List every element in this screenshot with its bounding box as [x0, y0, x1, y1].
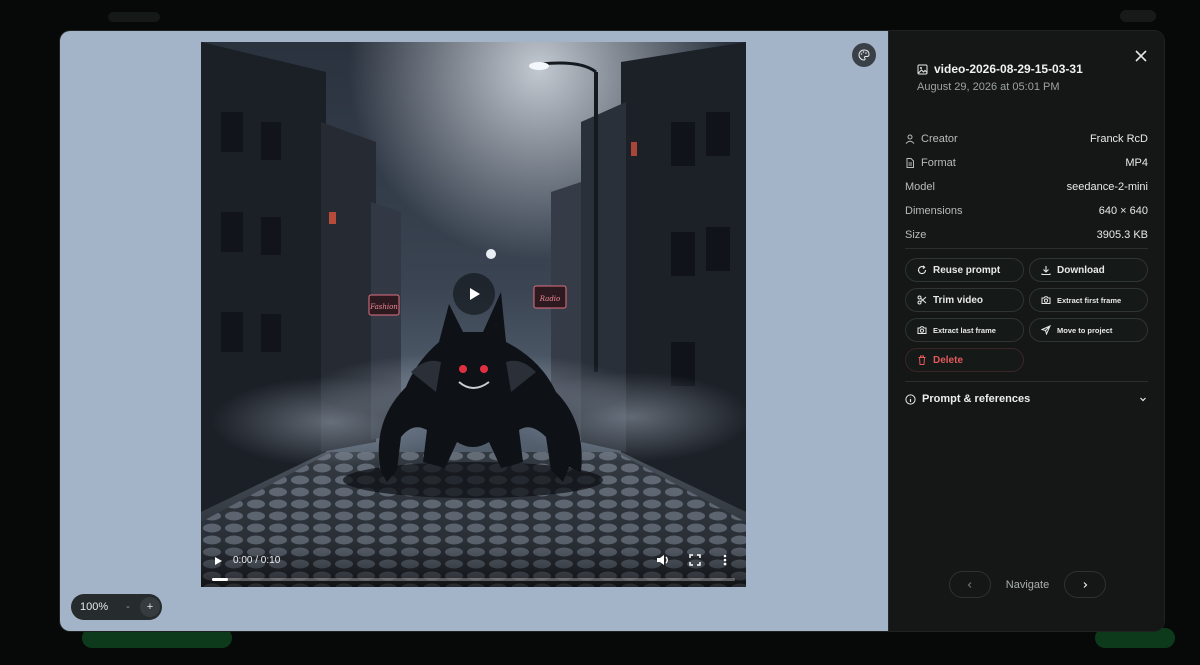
- button-label: Move to project: [1057, 325, 1113, 335]
- download-button[interactable]: Download: [1029, 258, 1148, 282]
- scissors-icon: [917, 295, 927, 305]
- chevron-down-icon: [1140, 397, 1146, 402]
- meta-key-label: Creator: [921, 133, 958, 145]
- chevron-left-icon: [967, 581, 972, 588]
- close-icon: [1135, 50, 1147, 62]
- action-buttons: Reuse prompt Download Trim video Extract…: [905, 258, 1148, 372]
- extract-first-frame-button[interactable]: Extract first frame: [1029, 288, 1148, 312]
- extract-last-frame-button[interactable]: Extract last frame: [905, 318, 1024, 342]
- fullscreen-button[interactable]: [689, 553, 705, 569]
- send-icon: [1041, 325, 1051, 335]
- video-more-button[interactable]: [723, 553, 735, 569]
- neon-sign-left: Fashion: [369, 303, 398, 311]
- volume-icon: [657, 555, 668, 565]
- meta-key-label: Model: [905, 181, 935, 193]
- info-icon: [905, 393, 916, 405]
- backdrop-shape: [1120, 10, 1156, 22]
- previous-button[interactable]: [949, 571, 991, 598]
- meta-row-dimensions: Dimensions 640 × 640: [905, 199, 1148, 223]
- close-button[interactable]: [1132, 47, 1150, 65]
- refresh-icon: [917, 265, 927, 275]
- metadata-list: Creator Franck RcD Format MP4 Model seed…: [905, 127, 1148, 247]
- button-label: Download: [1057, 264, 1105, 276]
- media-date: August 29, 2026 at 05:01 PM: [917, 81, 1060, 93]
- play-icon: [470, 288, 480, 300]
- button-label: Reuse prompt: [933, 264, 1001, 276]
- backdrop-shape: [108, 12, 160, 22]
- volume-button[interactable]: [656, 553, 672, 569]
- palette-button[interactable]: [852, 43, 876, 67]
- backdrop-shape: [82, 628, 232, 648]
- meta-value: MP4: [1125, 157, 1148, 169]
- palette-icon: [858, 49, 870, 61]
- camera-icon: [917, 326, 927, 334]
- media-title: video-2026-08-29-15-03-31: [934, 62, 1083, 76]
- divider: [905, 381, 1148, 382]
- prompt-references-label: Prompt & references: [922, 393, 1031, 405]
- navigation-control: Navigate: [949, 571, 1106, 598]
- user-icon: [905, 134, 915, 144]
- backdrop-shape: [1095, 628, 1175, 648]
- meta-key-label: Dimensions: [905, 205, 963, 217]
- meta-row-model: Model seedance-2-mini: [905, 175, 1148, 199]
- meta-value: 640 × 640: [1098, 205, 1148, 217]
- button-label: Delete: [933, 354, 964, 366]
- image-icon: [917, 64, 928, 74]
- media-title-row: video-2026-08-29-15-03-31: [917, 62, 1083, 76]
- zoom-in-button[interactable]: +: [140, 597, 160, 617]
- reuse-prompt-button[interactable]: Reuse prompt: [905, 258, 1024, 282]
- meta-key-label: Format: [921, 157, 956, 169]
- more-vertical-icon: [723, 554, 727, 566]
- media-viewer-modal: Fashion Radio 0:00 / 0:10 100% - + video…: [60, 31, 1164, 631]
- meta-key-label: Size: [905, 229, 927, 241]
- button-label: Trim video: [933, 294, 984, 306]
- file-icon: [906, 158, 914, 168]
- download-icon: [1041, 266, 1051, 275]
- video-player[interactable]: Fashion Radio 0:00 / 0:10: [201, 42, 746, 587]
- meta-row-format: Format MP4: [905, 151, 1148, 175]
- video-progress-fill: [212, 578, 228, 581]
- button-label: Extract first frame: [1057, 295, 1122, 305]
- divider: [905, 248, 1148, 249]
- meta-value: Franck RcD: [1089, 133, 1148, 145]
- preview-stage: Fashion Radio 0:00 / 0:10 100% - +: [60, 31, 888, 631]
- move-to-project-button[interactable]: Move to project: [1029, 318, 1148, 342]
- meta-row-size: Size 3905.3 KB: [905, 223, 1148, 247]
- meta-value: seedance-2-mini: [1066, 181, 1148, 193]
- button-label: Extract last frame: [933, 325, 996, 335]
- camera-icon: [1041, 296, 1051, 304]
- navigate-label: Navigate: [1005, 578, 1050, 591]
- meta-value: 3905.3 KB: [1096, 229, 1148, 241]
- prompt-references-toggle[interactable]: Prompt & references: [905, 389, 1148, 409]
- fullscreen-icon: [689, 554, 701, 566]
- next-button[interactable]: [1063, 571, 1106, 598]
- chevron-right-icon: [1083, 581, 1088, 588]
- neon-sign-right: Radio: [539, 295, 561, 303]
- video-play-button[interactable]: [211, 554, 225, 568]
- video-time: 0:00 / 0:10: [233, 555, 281, 566]
- play-icon: [215, 557, 222, 565]
- video-progress-track[interactable]: [212, 578, 735, 581]
- delete-button[interactable]: Delete: [905, 348, 1024, 372]
- trim-video-button[interactable]: Trim video: [905, 288, 1024, 312]
- zoom-level: 100%: [80, 601, 109, 613]
- zoom-out-button[interactable]: -: [118, 597, 138, 617]
- zoom-control: 100% - +: [71, 594, 162, 620]
- play-overlay-button[interactable]: [453, 273, 495, 315]
- meta-row-creator: Creator Franck RcD: [905, 127, 1148, 151]
- video-controls: 0:00 / 0:10: [201, 542, 746, 587]
- trash-icon: [918, 355, 926, 365]
- details-panel: video-2026-08-29-15-03-31 August 29, 202…: [888, 31, 1164, 631]
